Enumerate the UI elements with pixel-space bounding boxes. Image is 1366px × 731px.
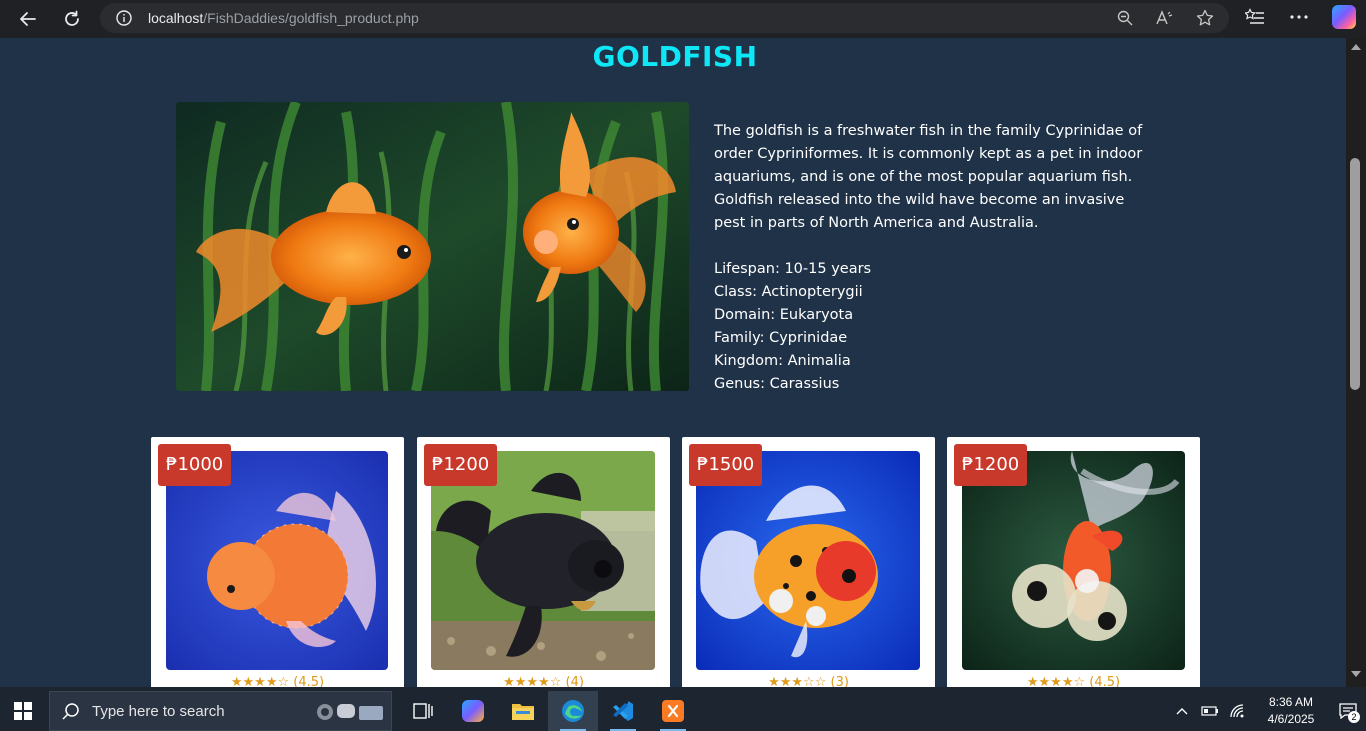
fact-class: Class: Actinopterygii [714,284,863,300]
rating-value: (3) [830,675,849,687]
zoom-icon[interactable] [1115,8,1135,28]
page-title: GOLDFISH [592,40,758,73]
goldfish-description: The goldfish is a freshwater fish in the… [714,123,1143,231]
show-hidden-icons-chevron-icon[interactable] [1170,699,1194,723]
product-rating: ★★★☆☆ (3) [682,675,935,687]
favorite-star-icon[interactable] [1195,8,1215,28]
url-text[interactable]: localhost/FishDaddies/goldfish_product.p… [148,10,419,26]
address-bar[interactable]: localhost/FishDaddies/goldfish_product.p… [100,3,1229,33]
url-path: /FishDaddies/goldfish_product.php [203,10,419,26]
product-card[interactable]: ₱1000 ★★★★☆ (4.5) [151,437,404,687]
rating-stars-icon: ★★★★☆ [230,675,290,687]
search-icon [62,703,79,720]
back-arrow-icon [20,12,36,26]
rating-value: (4) [565,675,584,687]
more-menu-icon[interactable] [1288,5,1310,29]
clock-time: 8:36 AM [1268,695,1314,709]
rating-stars-icon: ★★★☆☆ [768,675,827,687]
edge-browser-icon[interactable] [548,691,598,731]
url-host: localhost [148,10,204,26]
windows-taskbar: Type here to search 8:36 AM 4/6/2025 2 [0,691,1366,731]
fact-domain: Domain: Eukaryota [714,307,854,323]
back-button[interactable] [14,5,42,33]
reload-button[interactable] [58,5,86,33]
task-view-icon[interactable] [398,691,448,731]
scrollbar-thumb[interactable] [1350,158,1360,390]
price-badge: ₱1000 [158,444,232,486]
product-rating: ★★★★☆ (4) [417,675,670,687]
product-card[interactable]: ₱1500 ★★★☆☆ (3) [682,437,935,687]
copilot-icon[interactable] [1332,5,1356,29]
notification-count-badge: 2 [1348,711,1360,723]
search-highlight-art-icon [317,704,383,720]
rating-stars-icon: ★★★★☆ [1026,675,1086,687]
fact-lifespan: Lifespan: 10-15 years [714,261,872,277]
system-clock[interactable]: 8:36 AM 4/6/2025 [1260,694,1322,728]
search-placeholder: Type here to search [92,702,225,720]
notification-center-icon[interactable]: 2 [1330,691,1366,731]
file-explorer-icon[interactable] [498,691,548,731]
product-card[interactable]: ₱1200 ★★★★☆ (4) [417,437,670,687]
product-card[interactable]: ₱1200 ★★★★☆ (4.5) [947,437,1200,687]
scroll-up-arrow-icon[interactable] [1351,44,1361,50]
vscode-icon[interactable] [598,691,648,731]
price-badge: ₱1500 [689,444,763,486]
copilot-app-icon[interactable] [448,691,498,731]
read-aloud-icon[interactable] [1155,8,1175,28]
reload-icon [65,10,79,26]
rating-value: (4.5) [1089,675,1121,687]
windows-start-icon[interactable] [14,702,32,720]
fact-kingdom: Kingdom: Animalia [714,353,851,369]
product-rating: ★★★★☆ (4.5) [947,675,1200,687]
taskbar-search-box[interactable]: Type here to search [49,691,392,731]
goldfish-facts: Lifespan: 10-15 years Class: Actinoptery… [714,258,871,396]
page-content: GOLDFISH The goldfish is a freshwater fi… [4,38,1346,687]
rating-value: (4.5) [293,675,325,687]
site-info-icon[interactable] [116,10,132,26]
price-badge: ₱1200 [954,444,1028,486]
wifi-icon[interactable] [1226,699,1250,723]
clock-date: 4/6/2025 [1267,712,1315,726]
xampp-icon[interactable] [648,691,698,731]
scroll-down-arrow-icon[interactable] [1351,671,1361,677]
fact-family: Family: Cyprinidae [714,330,848,346]
price-badge: ₱1200 [424,444,498,486]
goldfish-hero-image [176,102,689,391]
fact-genus: Genus: Carassius [714,376,840,392]
browser-toolbar: localhost/FishDaddies/goldfish_product.p… [0,0,1366,38]
product-rating: ★★★★☆ (4.5) [151,675,404,687]
favorites-list-icon[interactable] [1244,5,1266,29]
vertical-scrollbar[interactable] [1346,38,1366,687]
battery-icon[interactable] [1198,699,1222,723]
rating-stars-icon: ★★★★☆ [503,675,562,687]
